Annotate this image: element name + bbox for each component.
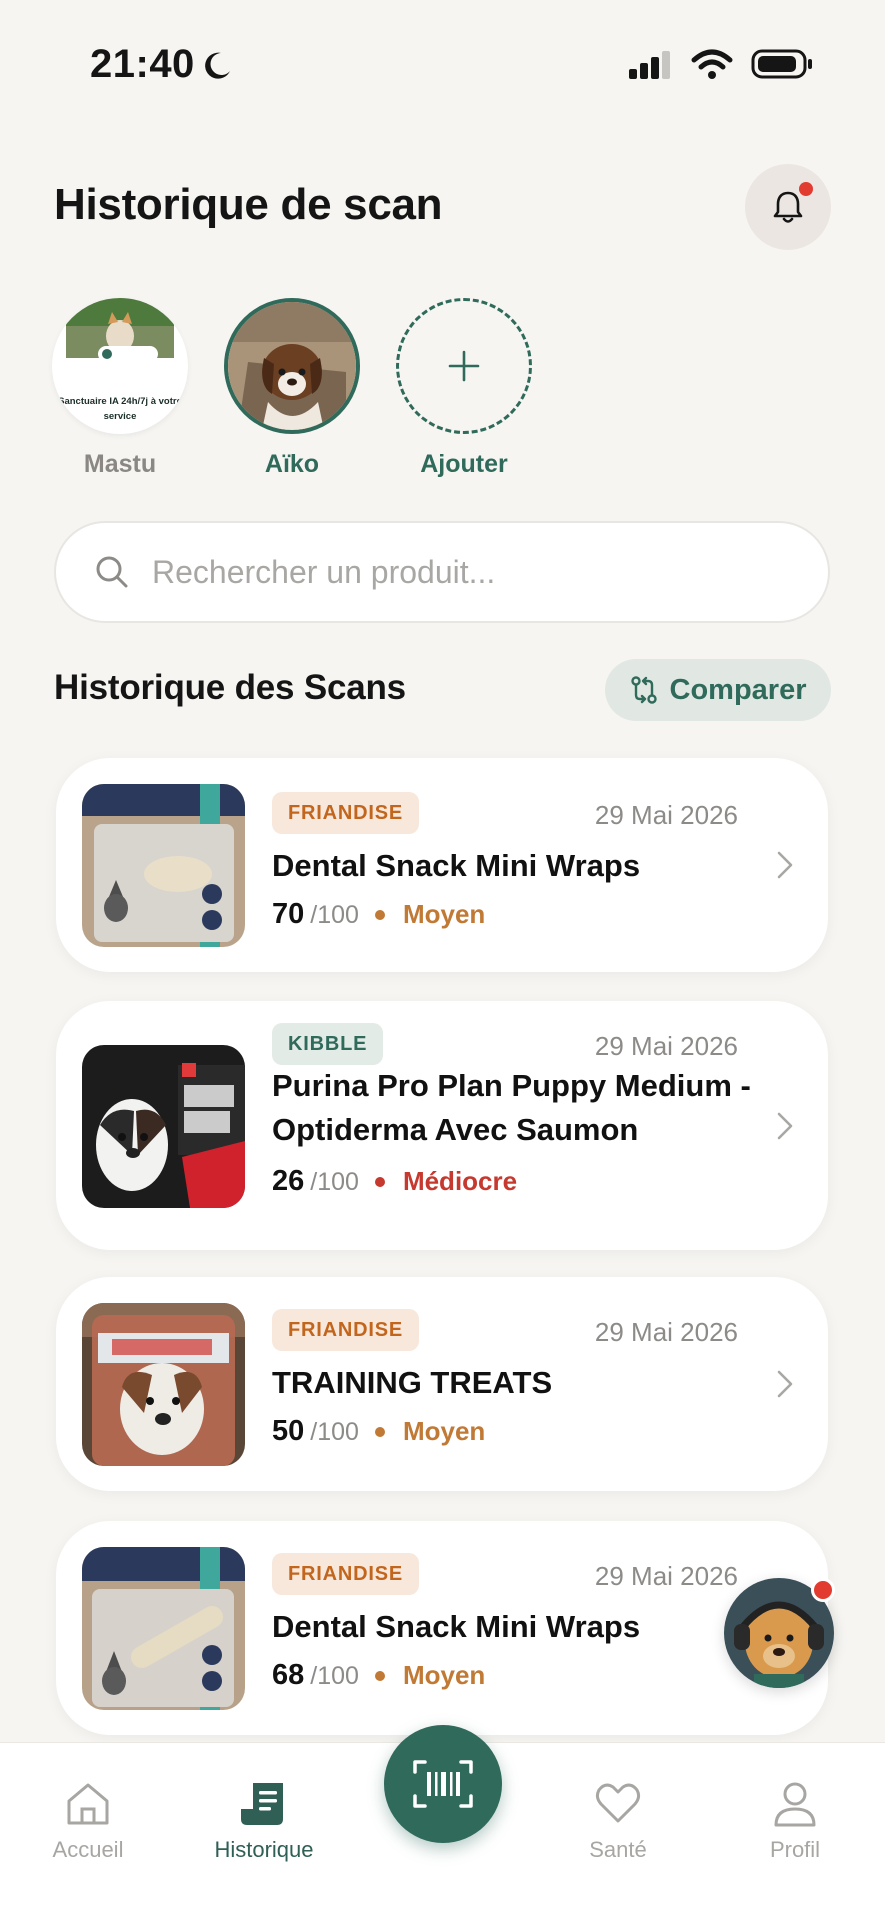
category-badge: FRIANDISE [272,792,419,834]
chevron-right-icon [777,1112,793,1140]
product-thumbnail [82,1303,245,1466]
history-icon [241,1783,283,1825]
scan-date: 29 Mai 2026 [594,1317,738,1347]
product-name: TRAINING TREATS [272,1365,553,1400]
product-thumbnail [82,1045,245,1208]
page-title: Historique de scan [54,180,443,229]
score: 26 /100 Médiocre [272,1165,517,1198]
score-max: /100 [310,1418,359,1446]
nav-history-label: Historique [214,1837,314,1862]
rating-label: Médiocre [402,1166,518,1196]
nav-profile-label: Profil [769,1837,821,1862]
barcode-scan-icon [413,1760,473,1808]
scan-button[interactable] [384,1725,502,1843]
add-pet-button[interactable]: Ajouter [396,298,532,479]
time-label: 21:40 [90,42,195,86]
moon-icon [204,52,230,79]
score-value: 70 [272,898,305,930]
assistant-notification-dot [811,1578,835,1602]
pet-mastu[interactable]: Sanctuaire IA 24h/7j à votre service Mas… [52,298,188,479]
nav-home[interactable]: Accueil [18,1779,158,1863]
signal-icon [629,51,670,79]
product-thumbnail [82,1547,245,1710]
aiko-photo [228,302,356,430]
notification-dot [799,182,813,196]
compare-label: Comparer [669,673,807,706]
chevron-right-icon [777,1370,793,1398]
category-badge: FRIANDISE [272,1309,419,1351]
section-title: Historique des Scans [54,668,406,707]
product-name: Dental Snack Mini Wraps [272,848,641,883]
scan-date: 29 Mai 2026 [594,1561,738,1591]
score-value: 68 [272,1659,305,1691]
product-name: Dental Snack Mini Wraps [272,1609,641,1644]
category-badge: KIBBLE [272,1023,384,1065]
rating-label: Moyen [402,899,486,929]
nav-home-label: Accueil [52,1837,124,1862]
plus-icon [448,350,480,382]
pet-name-mastu: Mastu [83,450,157,478]
heart-icon [595,1783,641,1823]
profile-icon [774,1782,816,1827]
scan-card[interactable]: FRIANDISE 29 Mai 2026 TRAINING TREATS 50… [56,1277,828,1491]
home-icon [67,1783,109,1825]
pet-avatar-aiko [224,298,360,434]
compare-icon [630,676,657,704]
score-value: 50 [272,1415,305,1447]
search-input[interactable] [152,553,792,591]
scan-card[interactable]: FRIANDISE 29 Mai 2026 Dental Snack Mini … [56,1521,828,1735]
rating-label: Moyen [402,1416,486,1446]
pet-aiko[interactable]: Aïko [224,298,360,479]
add-pet-label: Ajouter [420,450,508,478]
rating-dot [374,1176,385,1187]
search-bar [54,521,830,623]
chevron-right-icon [777,851,793,879]
rating-dot [374,1670,385,1681]
mastu-caption: Sanctuaire IA 24h/7j à votre service [58,396,182,422]
scan-card[interactable]: FRIANDISE 29 Mai 2026 Dental Snack Mini … [56,758,828,972]
score-value: 26 [272,1165,305,1197]
product-name: Purina Pro Plan Puppy Medium - Optiderma… [272,1068,751,1147]
score-max: /100 [310,1662,359,1690]
category-badge: FRIANDISE [272,1553,419,1595]
score: 50 /100 Moyen [272,1415,485,1448]
compare-button[interactable]: Comparer [605,659,831,721]
search-icon [96,556,128,588]
nav-profile[interactable]: Profil [725,1779,865,1863]
product-thumbnail [82,784,245,947]
rating-dot [374,909,385,920]
battery-icon [751,49,812,79]
add-pet-circle [396,298,532,434]
rating-label: Moyen [402,1660,486,1690]
pet-avatar-mastu: Sanctuaire IA 24h/7j à votre service [52,298,188,434]
rating-dot [374,1426,385,1437]
pet-selector: Sanctuaire IA 24h/7j à votre service Mas… [52,298,532,479]
scan-card[interactable]: KIBBLE 29 Mai 2026 Purina Pro Plan Puppy… [56,1001,828,1250]
nav-health[interactable]: Santé [548,1779,688,1863]
notifications-button[interactable] [745,164,831,250]
scan-date: 29 Mai 2026 [594,1031,738,1061]
score-max: /100 [310,901,359,929]
scan-date: 29 Mai 2026 [594,800,738,830]
pet-name-aiko: Aïko [264,450,320,478]
score: 70 /100 Moyen [272,898,485,931]
score-max: /100 [310,1168,359,1196]
wifi-icon [691,49,733,79]
nav-health-label: Santé [589,1837,647,1862]
nav-history[interactable]: Historique [194,1779,334,1863]
score: 68 /100 Moyen [272,1659,485,1692]
status-bar: 21:40 [0,0,885,130]
status-time: 21:40 [90,42,233,87]
